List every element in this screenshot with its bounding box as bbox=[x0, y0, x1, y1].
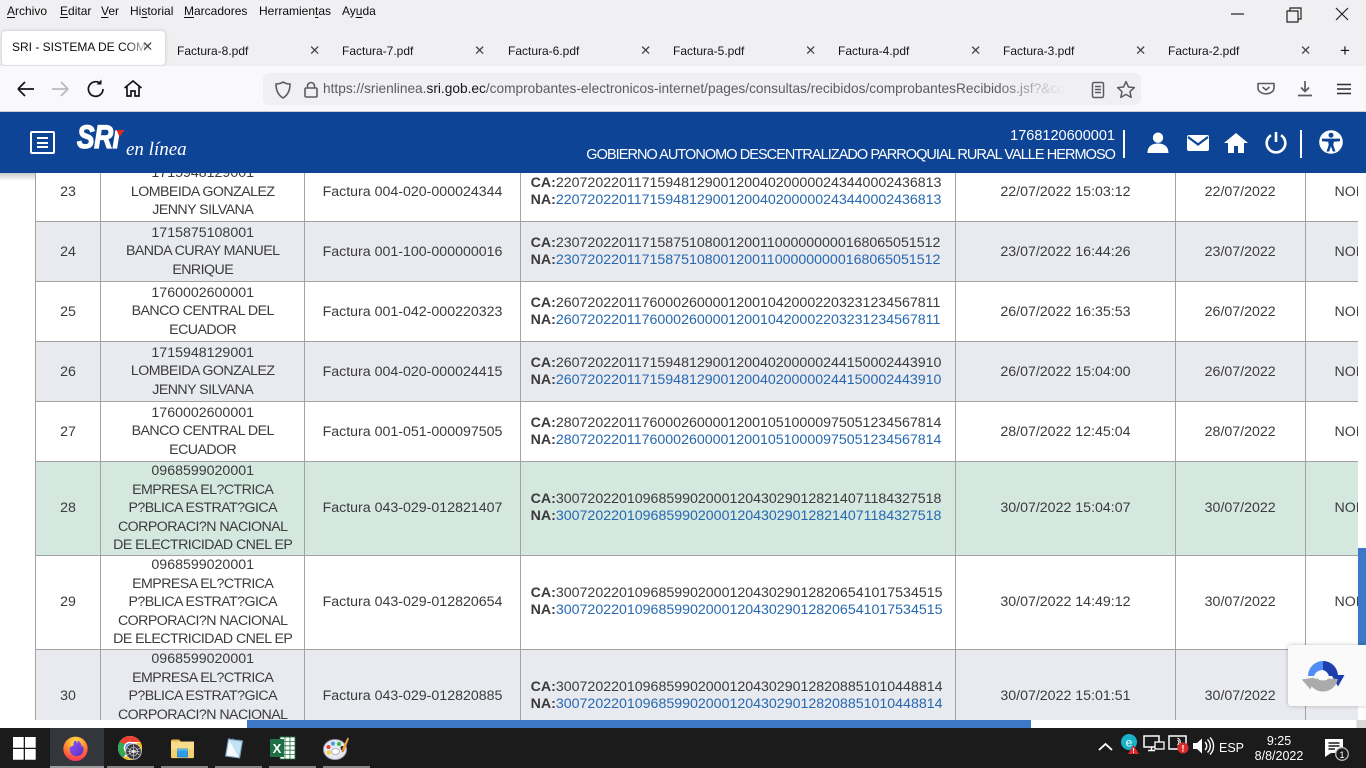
svg-text:X: X bbox=[273, 741, 282, 756]
svg-text:!: ! bbox=[1132, 748, 1134, 754]
svg-text:1: 1 bbox=[1339, 750, 1344, 761]
svg-text:!: ! bbox=[1182, 744, 1185, 754]
